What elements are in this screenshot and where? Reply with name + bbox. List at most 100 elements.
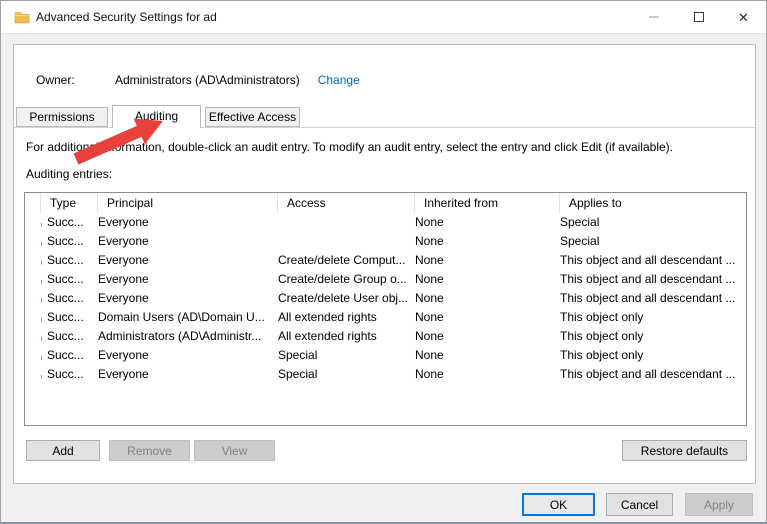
cell-type: Succ... <box>41 308 98 327</box>
cell-principal: Everyone <box>98 346 278 365</box>
minimize-button[interactable] <box>631 1 676 33</box>
minimize-icon <box>649 16 659 18</box>
cell-principal: Everyone <box>98 251 278 270</box>
cell-access: Create/delete User obj... <box>278 289 415 308</box>
cell-type: Succ... <box>41 213 98 232</box>
cell-type: Succ... <box>41 251 98 270</box>
cell-principal: Everyone <box>98 232 278 251</box>
cell-principal: Administrators (AD\Administr... <box>98 327 278 346</box>
cell-applies-to: This object only <box>560 327 746 346</box>
window-title: Advanced Security Settings for ad <box>36 10 217 24</box>
remove-button[interactable]: Remove <box>109 440 190 461</box>
two-users-icon <box>41 272 43 286</box>
cell-inherited-from: None <box>415 289 560 308</box>
cell-access: Create/delete Group o... <box>278 270 415 289</box>
tab-permissions[interactable]: Permissions <box>16 107 108 127</box>
cancel-button[interactable]: Cancel <box>606 493 673 516</box>
maximize-button[interactable] <box>676 1 721 33</box>
column-header-type[interactable]: Type <box>41 193 98 213</box>
two-users-icon <box>41 215 43 229</box>
cell-applies-to: This object and all descendant ... <box>560 251 746 270</box>
two-users-icon <box>41 348 43 362</box>
audit-entry-row[interactable]: Succ...EveryoneCreate/delete User obj...… <box>25 289 746 308</box>
cell-type: Succ... <box>41 232 98 251</box>
audit-entry-row[interactable]: Succ...Administrators (AD\Administr...Al… <box>25 327 746 346</box>
restore-defaults-button[interactable]: Restore defaults <box>622 440 747 461</box>
cell-applies-to: This object only <box>560 346 746 365</box>
cell-principal: Domain Users (AD\Domain U... <box>98 308 278 327</box>
table-header: TypePrincipalAccessInherited fromApplies… <box>25 193 746 213</box>
apply-button[interactable]: Apply <box>685 493 753 516</box>
column-header-access[interactable]: Access <box>278 193 415 213</box>
audit-entry-row[interactable]: Succ...Everyone NoneSpecial <box>25 213 746 232</box>
window-controls: ✕ <box>631 1 766 33</box>
cell-inherited-from: None <box>415 232 560 251</box>
audit-entry-row[interactable]: Succ...EveryoneCreate/delete Group o...N… <box>25 270 746 289</box>
audit-entry-row[interactable]: Succ...Domain Users (AD\Domain U...All e… <box>25 308 746 327</box>
cell-principal: Everyone <box>98 365 278 384</box>
cell-applies-to: This object and all descendant ... <box>560 270 746 289</box>
auditing-entries-table: TypePrincipalAccessInherited fromApplies… <box>24 192 747 426</box>
cell-inherited-from: None <box>415 365 560 384</box>
cell-type: Succ... <box>41 346 98 365</box>
two-users-icon <box>41 329 43 343</box>
cell-applies-to: Special <box>560 213 746 232</box>
tab-effective-access[interactable]: Effective Access <box>205 107 300 127</box>
advanced-security-settings-dialog: Advanced Security Settings for ad ✕ Owne… <box>0 0 767 524</box>
owner-value: Administrators (AD\Administrators) <box>115 73 300 87</box>
cell-inherited-from: None <box>415 308 560 327</box>
cell-applies-to: This object only <box>560 308 746 327</box>
auditing-entries-label: Auditing entries: <box>26 167 112 181</box>
cell-access: All extended rights <box>278 327 415 346</box>
cell-access: All extended rights <box>278 308 415 327</box>
audit-entry-row[interactable]: Succ...EveryoneCreate/delete Comput...No… <box>25 251 746 270</box>
column-header-principal[interactable]: Principal <box>98 193 278 213</box>
cell-inherited-from: None <box>415 327 560 346</box>
two-users-icon <box>41 253 43 267</box>
tab-bar: Permissions Auditing Effective Access <box>14 104 755 127</box>
cell-type: Succ... <box>41 270 98 289</box>
owner-label: Owner: <box>36 73 115 87</box>
column-header-spacer[interactable] <box>25 193 41 213</box>
main-panel: Owner: Administrators (AD\Administrators… <box>13 44 756 484</box>
cell-access: Special <box>278 346 415 365</box>
audit-entry-row[interactable]: Succ...Everyone NoneSpecial <box>25 232 746 251</box>
cell-inherited-from: None <box>415 251 560 270</box>
column-header-applies-to[interactable]: Applies to <box>560 193 746 213</box>
audit-entry-row[interactable]: Succ...EveryoneSpecialNoneThis object on… <box>25 346 746 365</box>
two-users-icon <box>41 291 43 305</box>
cell-type: Succ... <box>41 327 98 346</box>
cell-type: Succ... <box>41 365 98 384</box>
add-button[interactable]: Add <box>26 440 100 461</box>
cell-inherited-from: None <box>415 270 560 289</box>
tab-auditing[interactable]: Auditing <box>112 105 201 128</box>
cell-principal: Everyone <box>98 213 278 232</box>
cell-applies-to: This object and all descendant ... <box>560 289 746 308</box>
auditing-tab-page: For additional information, double-click… <box>14 127 755 483</box>
audit-entry-row[interactable]: Succ...EveryoneSpecialNoneThis object an… <box>25 365 746 384</box>
maximize-icon <box>694 12 704 22</box>
cell-applies-to: This object and all descendant ... <box>560 365 746 384</box>
column-header-inherited-from[interactable]: Inherited from <box>415 193 560 213</box>
auditing-description: For additional information, double-click… <box>26 140 673 154</box>
close-icon: ✕ <box>738 11 749 24</box>
ok-button[interactable]: OK <box>522 493 595 516</box>
cell-inherited-from: None <box>415 213 560 232</box>
titlebar: Advanced Security Settings for ad ✕ <box>1 1 766 34</box>
change-owner-link[interactable]: Change <box>318 73 360 87</box>
two-users-icon <box>41 367 43 381</box>
cell-access: Create/delete Comput... <box>278 251 415 270</box>
cell-principal: Everyone <box>98 289 278 308</box>
cell-principal: Everyone <box>98 270 278 289</box>
cell-type: Succ... <box>41 289 98 308</box>
folder-icon <box>14 10 30 24</box>
view-button[interactable]: View <box>194 440 275 461</box>
cell-inherited-from: None <box>415 346 560 365</box>
two-users-icon <box>41 310 43 324</box>
owner-row: Owner: Administrators (AD\Administrators… <box>36 73 360 87</box>
cell-applies-to: Special <box>560 232 746 251</box>
two-users-icon <box>41 234 43 248</box>
cell-access: Special <box>278 365 415 384</box>
close-button[interactable]: ✕ <box>721 1 766 33</box>
dialog-footer: OK Cancel Apply <box>1 484 766 522</box>
